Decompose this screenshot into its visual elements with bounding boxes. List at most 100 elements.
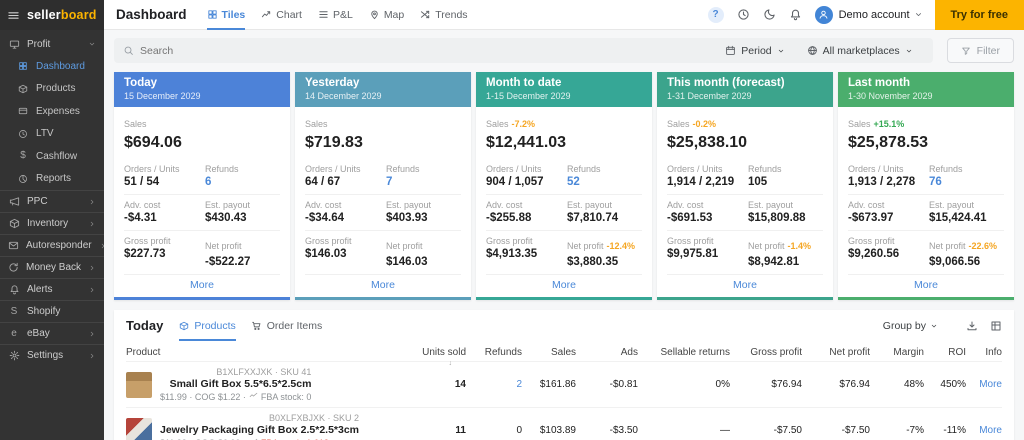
sidebar-item-reports[interactable]: Reports (0, 168, 104, 191)
avatar[interactable] (814, 5, 833, 24)
period-dropdown[interactable]: Period (714, 45, 795, 57)
group-by-dropdown[interactable]: Group by (883, 320, 938, 332)
col-refunds[interactable]: Refunds (466, 347, 522, 358)
tab-order-items[interactable]: Order Items (251, 310, 322, 341)
try-for-free-button[interactable]: Try for free (934, 0, 1024, 30)
table-view-icon[interactable] (990, 320, 1002, 332)
sellable-returns-value: — (720, 425, 730, 436)
tab-map[interactable]: Map (369, 0, 404, 30)
sidebar-item-expenses[interactable]: Expenses (0, 100, 104, 123)
tile-month-to-date: Month to date 1-15 December 2029 Sales -7… (476, 72, 652, 300)
chevron-down-icon (905, 47, 913, 55)
product-title[interactable]: Jewelry Packaging Gift Box 2.5*2.5*3cm (160, 424, 359, 436)
margin-value: -7% (906, 425, 924, 436)
sidebar-item-ppc[interactable]: PPC (0, 190, 104, 212)
sidebar-item-shopify[interactable]: S Shopify (0, 300, 104, 322)
col-sellable-returns[interactable]: Sellable returns (638, 347, 730, 358)
units-sold-value: 14 (454, 379, 466, 390)
sidebar-item-cashflow[interactable]: $ Cashflow (0, 145, 104, 168)
more-link[interactable]: More (966, 425, 1002, 436)
sidebar-item-dashboard[interactable]: Dashboard (0, 55, 104, 78)
est-payout-value: $403.93 (386, 212, 428, 224)
marketplaces-dropdown[interactable]: All marketplaces (796, 45, 924, 57)
col-roi[interactable]: ROI (924, 347, 966, 358)
est-payout-value: $15,424.41 (929, 212, 987, 224)
chevron-right-icon (88, 264, 96, 272)
trends-icon (420, 9, 431, 20)
tab-pnl[interactable]: P&L (318, 0, 353, 30)
sellable-returns-value: 0% (715, 379, 730, 390)
adv-cost-value: -$255.88 (486, 212, 532, 224)
roi-value: 450% (940, 379, 966, 390)
orders-units-value: 1,914 / 2,219 (667, 176, 735, 188)
notifications-icon[interactable] (789, 8, 802, 21)
sidebar-item-ebay[interactable]: e eBay (0, 322, 104, 344)
refunds-value[interactable]: 7 (386, 176, 461, 188)
refunds-value: 0 (516, 425, 522, 436)
tab-chart[interactable]: Chart (261, 0, 302, 30)
cart-icon (251, 320, 262, 331)
col-net-profit[interactable]: Net profit (802, 347, 870, 358)
tile-more-link[interactable]: More (486, 274, 642, 297)
col-sales[interactable]: Sales (522, 347, 576, 358)
dark-mode-icon[interactable] (763, 8, 776, 21)
sales-value: $12,441.03 (486, 134, 567, 151)
est-payout-value: $15,809.88 (748, 212, 806, 224)
filter-band: Period All marketplaces (114, 38, 933, 63)
sidebar-item-alerts[interactable]: Alerts (0, 278, 104, 300)
sidebar-item-money-back[interactable]: Money Back (0, 256, 104, 278)
refunds-value[interactable]: 6 (205, 176, 280, 188)
col-margin[interactable]: Margin (870, 347, 924, 358)
download-icon[interactable] (966, 320, 978, 332)
sidebar-item-profit[interactable]: Profit (0, 33, 104, 55)
sidebar: Profit Dashboard Products Expenses LTV $… (0, 30, 104, 440)
sidebar-item-settings[interactable]: Settings (0, 344, 104, 366)
sellerboard-logo[interactable]: sellerboard (27, 8, 97, 22)
product-title[interactable]: Small Gift Box 5.5*6.5*2.5cm (160, 378, 312, 390)
gross-profit-value: $4,913.35 (486, 248, 538, 260)
gross-profit-value: $9,975.81 (667, 248, 719, 260)
clock-icon (17, 129, 29, 139)
search-input[interactable] (140, 44, 715, 57)
sidebar-item-inventory[interactable]: Inventory (0, 212, 104, 234)
col-ads[interactable]: Ads (576, 347, 638, 358)
filter-button[interactable]: Filter (946, 38, 1014, 63)
net-profit-value: -$7.50 (841, 425, 870, 436)
product-price-line: $11.99 · COG $1.22 · FBA stock: 0 (160, 391, 312, 402)
adv-cost-value: -$34.64 (305, 212, 345, 224)
tab-tiles[interactable]: Tiles (206, 0, 246, 30)
col-gross-profit[interactable]: Gross profit (730, 347, 802, 358)
help-icon[interactable]: ? (707, 6, 724, 23)
sparkline-icon[interactable] (249, 391, 258, 402)
chart-icon (261, 9, 272, 20)
tile-header: Yesterday 14 December 2029 (295, 72, 471, 107)
account-menu[interactable]: Demo account (839, 9, 923, 21)
hamburger-menu-icon[interactable] (7, 9, 20, 22)
sidebar-item-autoresponder[interactable]: Autoresponder (0, 234, 104, 256)
refunds-value[interactable]: 52 (567, 176, 642, 188)
gross-profit-value: $9,260.56 (848, 248, 900, 260)
tile-more-link[interactable]: More (667, 274, 823, 297)
tile-more-link[interactable]: More (848, 274, 1004, 297)
history-icon[interactable] (737, 8, 750, 21)
chevron-down-icon (930, 322, 938, 330)
sidebar-item-ltv[interactable]: LTV (0, 123, 104, 146)
tile-more-link[interactable]: More (124, 274, 280, 297)
chevron-down-icon (777, 47, 785, 55)
est-payout-value: $7,810.74 (567, 212, 619, 224)
tile-header: Last month 1-30 November 2029 (838, 72, 1014, 107)
globe-icon (807, 45, 818, 56)
col-info[interactable]: Info (966, 347, 1002, 358)
product-thumbnail (126, 417, 152, 440)
refunds-value[interactable]: 2 (466, 379, 522, 390)
sidebar-item-products[interactable]: Products (0, 78, 104, 101)
chevron-right-icon (88, 286, 96, 294)
sales-value: $25,838.10 (667, 134, 748, 151)
more-link[interactable]: More (966, 379, 1002, 390)
refunds-value[interactable]: 76 (929, 176, 1004, 188)
tab-products[interactable]: Products (179, 310, 236, 341)
tile-more-link[interactable]: More (305, 274, 461, 297)
col-units-sold[interactable]: Units sold ↓ (410, 347, 466, 367)
col-product[interactable]: Product (126, 347, 410, 358)
tab-trends[interactable]: Trends (420, 0, 468, 30)
